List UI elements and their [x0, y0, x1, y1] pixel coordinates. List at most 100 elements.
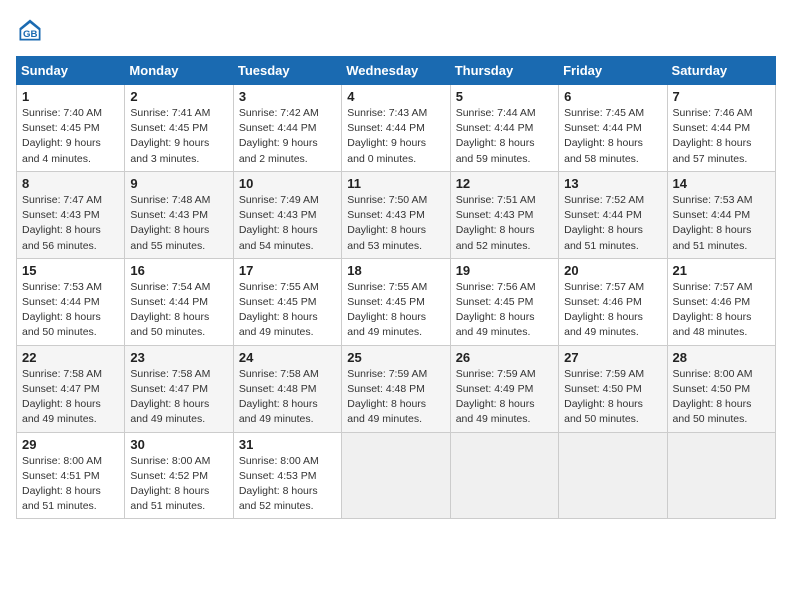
day-info: Sunrise: 7:53 AM Sunset: 4:44 PM Dayligh… [673, 193, 770, 254]
day-info: Sunrise: 7:41 AM Sunset: 4:45 PM Dayligh… [130, 106, 227, 167]
day-number: 29 [22, 437, 119, 452]
day-number: 17 [239, 263, 336, 278]
day-cell: 5 Sunrise: 7:44 AM Sunset: 4:44 PM Daylig… [450, 85, 558, 172]
day-number: 11 [347, 176, 444, 191]
day-info: Sunrise: 7:50 AM Sunset: 4:43 PM Dayligh… [347, 193, 444, 254]
day-cell: 17 Sunrise: 7:55 AM Sunset: 4:45 PM Dayli… [233, 258, 341, 345]
day-number: 19 [456, 263, 553, 278]
calendar: SundayMondayTuesdayWednesdayThursdayFrid… [16, 56, 776, 519]
day-cell: 4Sunrise: 7:43 AM Sunset: 4:44 PM Daylig… [342, 85, 450, 172]
day-info: Sunrise: 7:51 AM Sunset: 4:43 PM Dayligh… [456, 193, 553, 254]
day-cell: 25 Sunrise: 7:59 AM Sunset: 4:48 PM Dayli… [342, 345, 450, 432]
day-info: Sunrise: 7:52 AM Sunset: 4:44 PM Dayligh… [564, 193, 661, 254]
day-info: Sunrise: 7:57 AM Sunset: 4:46 PM Dayligh… [564, 280, 661, 341]
day-cell: 27 Sunrise: 7:59 AM Sunset: 4:50 PM Dayli… [559, 345, 667, 432]
header-day-thursday: Thursday [450, 57, 558, 85]
day-info: Sunrise: 7:42 AM Sunset: 4:44 PM Dayligh… [239, 106, 336, 167]
day-cell: 22Sunrise: 7:58 AM Sunset: 4:47 PM Dayli… [17, 345, 125, 432]
day-cell: 16Sunrise: 7:54 AM Sunset: 4:44 PM Dayli… [125, 258, 233, 345]
logo: GB [16, 16, 48, 44]
day-number: 14 [673, 176, 770, 191]
day-number: 5 [456, 89, 553, 104]
day-info: Sunrise: 7:58 AM Sunset: 4:47 PM Dayligh… [130, 367, 227, 428]
header-row: SundayMondayTuesdayWednesdayThursdayFrid… [17, 57, 776, 85]
day-cell: 30 Sunrise: 8:00 AM Sunset: 4:52 PM Dayli… [125, 432, 233, 519]
header-day-sunday: Sunday [17, 57, 125, 85]
day-cell: 6 Sunrise: 7:45 AM Sunset: 4:44 PM Daylig… [559, 85, 667, 172]
day-info: Sunrise: 7:55 AM Sunset: 4:45 PM Dayligh… [239, 280, 336, 341]
day-info: Sunrise: 7:47 AM Sunset: 4:43 PM Dayligh… [22, 193, 119, 254]
day-number: 8 [22, 176, 119, 191]
day-info: Sunrise: 7:44 AM Sunset: 4:44 PM Dayligh… [456, 106, 553, 167]
day-number: 10 [239, 176, 336, 191]
day-cell: 14 Sunrise: 7:53 AM Sunset: 4:44 PM Dayli… [667, 171, 775, 258]
day-number: 20 [564, 263, 661, 278]
day-info: Sunrise: 7:59 AM Sunset: 4:48 PM Dayligh… [347, 367, 444, 428]
day-cell: 3 Sunrise: 7:42 AM Sunset: 4:44 PM Daylig… [233, 85, 341, 172]
day-number: 26 [456, 350, 553, 365]
day-cell: 9Sunrise: 7:48 AM Sunset: 4:43 PM Daylig… [125, 171, 233, 258]
day-number: 18 [347, 263, 444, 278]
header-day-friday: Friday [559, 57, 667, 85]
day-cell: 29 Sunrise: 8:00 AM Sunset: 4:51 PM Dayli… [17, 432, 125, 519]
week-row-5: 29 Sunrise: 8:00 AM Sunset: 4:51 PM Dayli… [17, 432, 776, 519]
day-cell: 26 Sunrise: 7:59 AM Sunset: 4:49 PM Dayli… [450, 345, 558, 432]
day-info: Sunrise: 8:00 AM Sunset: 4:52 PM Dayligh… [130, 454, 227, 515]
day-cell: 10Sunrise: 7:49 AM Sunset: 4:43 PM Dayli… [233, 171, 341, 258]
day-number: 12 [456, 176, 553, 191]
day-number: 6 [564, 89, 661, 104]
day-number: 28 [673, 350, 770, 365]
day-info: Sunrise: 7:57 AM Sunset: 4:46 PM Dayligh… [673, 280, 770, 341]
header-day-tuesday: Tuesday [233, 57, 341, 85]
week-row-4: 22 Sunrise: 7:58 AM Sunset: 4:47 PM Dayli… [17, 345, 776, 432]
day-cell [450, 432, 558, 519]
day-cell: 12 Sunrise: 7:51 AM Sunset: 4:43 PM Dayli… [450, 171, 558, 258]
day-number: 31 [239, 437, 336, 452]
day-number: 3 [239, 89, 336, 104]
day-cell [667, 432, 775, 519]
day-number: 15 [22, 263, 119, 278]
calendar-body: 1 Sunrise: 7:40 AM Sunset: 4:45 PM Daylig… [17, 85, 776, 519]
day-info: Sunrise: 7:45 AM Sunset: 4:44 PM Dayligh… [564, 106, 661, 167]
day-info: Sunrise: 7:59 AM Sunset: 4:49 PM Dayligh… [456, 367, 553, 428]
day-number: 27 [564, 350, 661, 365]
calendar-header: SundayMondayTuesdayWednesdayThursdayFrid… [17, 57, 776, 85]
day-info: Sunrise: 7:40 AM Sunset: 4:45 PM Dayligh… [22, 106, 119, 167]
day-info: Sunrise: 8:00 AM Sunset: 4:51 PM Dayligh… [22, 454, 119, 515]
day-info: Sunrise: 7:46 AM Sunset: 4:44 PM Dayligh… [673, 106, 770, 167]
day-cell: 2Sunrise: 7:41 AM Sunset: 4:45 PM Daylig… [125, 85, 233, 172]
day-cell: 13 Sunrise: 7:52 AM Sunset: 4:44 PM Dayli… [559, 171, 667, 258]
day-cell: 21 Sunrise: 7:57 AM Sunset: 4:46 PM Dayli… [667, 258, 775, 345]
day-info: Sunrise: 7:55 AM Sunset: 4:45 PM Dayligh… [347, 280, 444, 341]
week-row-1: 1 Sunrise: 7:40 AM Sunset: 4:45 PM Daylig… [17, 85, 776, 172]
day-number: 23 [130, 350, 227, 365]
day-number: 24 [239, 350, 336, 365]
day-info: Sunrise: 7:53 AM Sunset: 4:44 PM Dayligh… [22, 280, 119, 341]
day-number: 25 [347, 350, 444, 365]
day-number: 16 [130, 263, 227, 278]
day-info: Sunrise: 8:00 AM Sunset: 4:53 PM Dayligh… [239, 454, 336, 515]
page-header: GB [16, 16, 776, 44]
header-day-monday: Monday [125, 57, 233, 85]
day-cell: 28 Sunrise: 8:00 AM Sunset: 4:50 PM Dayli… [667, 345, 775, 432]
day-cell: 19Sunrise: 7:56 AM Sunset: 4:45 PM Dayli… [450, 258, 558, 345]
day-cell: 11 Sunrise: 7:50 AM Sunset: 4:43 PM Dayli… [342, 171, 450, 258]
week-row-3: 15 Sunrise: 7:53 AM Sunset: 4:44 PM Dayli… [17, 258, 776, 345]
day-number: 4 [347, 89, 444, 104]
header-day-saturday: Saturday [667, 57, 775, 85]
day-info: Sunrise: 8:00 AM Sunset: 4:50 PM Dayligh… [673, 367, 770, 428]
day-cell: 7 Sunrise: 7:46 AM Sunset: 4:44 PM Daylig… [667, 85, 775, 172]
day-info: Sunrise: 7:58 AM Sunset: 4:48 PM Dayligh… [239, 367, 336, 428]
day-info: Sunrise: 7:48 AM Sunset: 4:43 PM Dayligh… [130, 193, 227, 254]
day-number: 7 [673, 89, 770, 104]
day-number: 22 [22, 350, 119, 365]
day-cell [342, 432, 450, 519]
day-number: 30 [130, 437, 227, 452]
day-number: 13 [564, 176, 661, 191]
day-cell: 8 Sunrise: 7:47 AM Sunset: 4:43 PM Daylig… [17, 171, 125, 258]
day-info: Sunrise: 7:59 AM Sunset: 4:50 PM Dayligh… [564, 367, 661, 428]
day-cell: 24 Sunrise: 7:58 AM Sunset: 4:48 PM Dayli… [233, 345, 341, 432]
header-day-wednesday: Wednesday [342, 57, 450, 85]
day-number: 21 [673, 263, 770, 278]
day-number: 1 [22, 89, 119, 104]
